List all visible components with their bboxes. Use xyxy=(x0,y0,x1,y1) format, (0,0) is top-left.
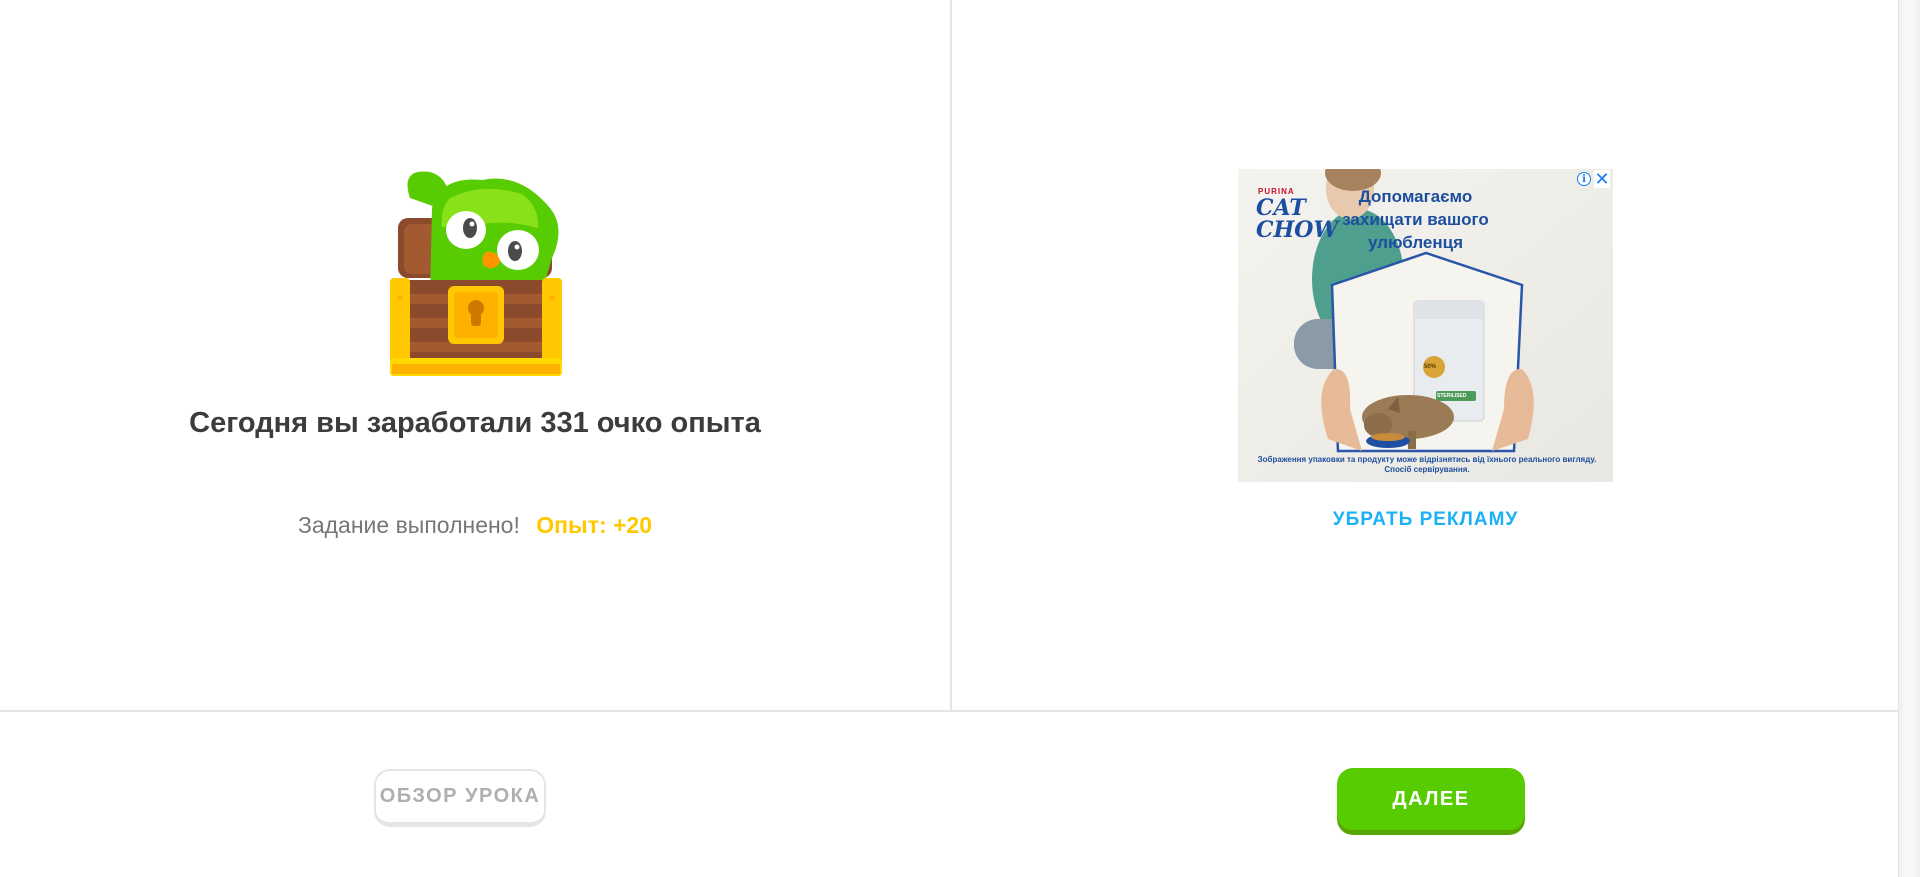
next-button[interactable]: ДАЛЕЕ xyxy=(1337,768,1525,830)
vertical-scrollbar[interactable] xyxy=(1898,0,1920,877)
ad-brand-logo: CAT CHOW xyxy=(1256,197,1338,241)
earned-xp-title: Сегодня вы заработали 331 очко опыта xyxy=(189,407,761,439)
ad-headline: Допомагаємо захищати вашого улюбленця xyxy=(1342,187,1489,252)
advertisement-banner[interactable]: PURINA CAT CHOW Допомагаємо захищати ваш… xyxy=(1238,169,1613,482)
xp-gain-badge: Опыт: +20 xyxy=(536,512,653,538)
lesson-complete-screen: Сегодня вы заработали 331 очко опыта Зад… xyxy=(0,0,1898,877)
ad-pack-badge: 50% xyxy=(1424,364,1437,370)
ad-disclaimer: Зображення упаковки та продукту може від… xyxy=(1257,455,1597,474)
result-panel: Сегодня вы заработали 331 очко опыта Зад… xyxy=(0,0,950,710)
remove-ads-link[interactable]: УБРАТЬ РЕКЛАМУ xyxy=(1238,509,1613,531)
task-status-line: Задание выполнено! Опыт: +20 xyxy=(175,512,775,539)
owl-treasure-chest-icon xyxy=(390,171,562,376)
info-icon[interactable]: i xyxy=(1577,172,1591,186)
lesson-review-button[interactable]: ОБЗОР УРОКА xyxy=(374,769,546,827)
task-done-text: Задание выполнено! xyxy=(297,512,520,538)
footer-divider xyxy=(0,710,1898,712)
ad-brand-line2: CHOW xyxy=(1256,217,1339,243)
ad-pack-label: STERILISED xyxy=(1437,393,1467,399)
ad-brand-line1: CAT xyxy=(1256,195,1306,221)
scrollbar-thumb[interactable] xyxy=(1903,0,1916,877)
close-icon[interactable]: ✕ xyxy=(1594,170,1610,188)
